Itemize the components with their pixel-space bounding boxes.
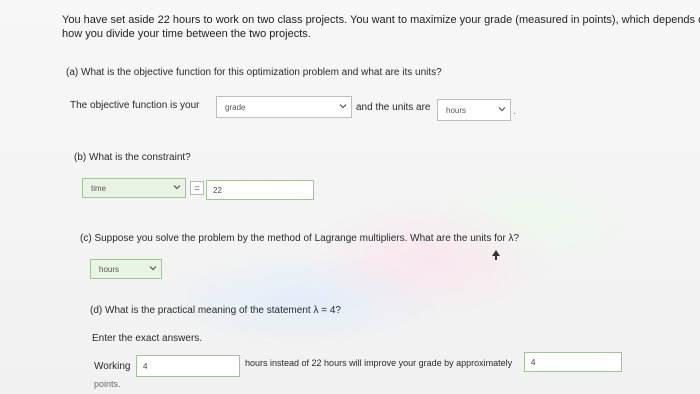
- question-b: (b) What is the constraint?: [74, 152, 191, 163]
- chevron-down-icon: [173, 185, 181, 190]
- chevron-down-icon: [339, 104, 347, 109]
- constraint-amount-value: 22: [213, 185, 222, 195]
- points-label: points.: [94, 379, 121, 389]
- problem-intro-line-1: You have set aside 22 hours to work on t…: [62, 14, 700, 26]
- objective-function-select[interactable]: grade: [216, 96, 352, 118]
- working-label: Working: [94, 361, 131, 372]
- constraint-variable-select[interactable]: time: [82, 178, 186, 198]
- objective-prefix-label: The objective function is your: [70, 100, 200, 111]
- chevron-down-icon: [149, 266, 157, 271]
- question-a: (a) What is the objective function for t…: [66, 67, 442, 78]
- objective-function-value: grade: [225, 102, 246, 112]
- objective-units-select[interactable]: hours: [437, 99, 511, 121]
- constraint-amount-input[interactable]: 22: [206, 180, 314, 200]
- question-c: (c) Suppose you solve the problem by the…: [80, 233, 520, 244]
- question-d: (d) What is the practical meaning of the…: [90, 305, 341, 316]
- homework-page: You have set aside 22 hours to work on t…: [0, 0, 700, 394]
- lambda-units-value: hours: [99, 264, 120, 274]
- units-middle-label: and the units are: [356, 102, 431, 113]
- chevron-down-icon: [498, 107, 506, 112]
- exact-answers-instruction: Enter the exact answers.: [92, 333, 203, 344]
- lambda-units-select[interactable]: hours: [90, 259, 162, 279]
- sentence-period: .: [513, 106, 516, 117]
- mouse-pointer-icon: [492, 250, 500, 260]
- problem-intro-line-2: how you divide your time between the two…: [62, 28, 311, 40]
- working-hours-value: 4: [143, 361, 148, 371]
- equals-sign: =: [190, 181, 204, 195]
- constraint-variable-value: time: [91, 183, 107, 193]
- grade-improvement-value: 4: [531, 357, 536, 367]
- improvement-sentence-label: hours instead of 22 hours will improve y…: [245, 358, 513, 368]
- objective-units-value: hours: [446, 105, 467, 115]
- grade-improvement-input[interactable]: 4: [524, 352, 622, 372]
- working-hours-input[interactable]: 4: [136, 355, 240, 377]
